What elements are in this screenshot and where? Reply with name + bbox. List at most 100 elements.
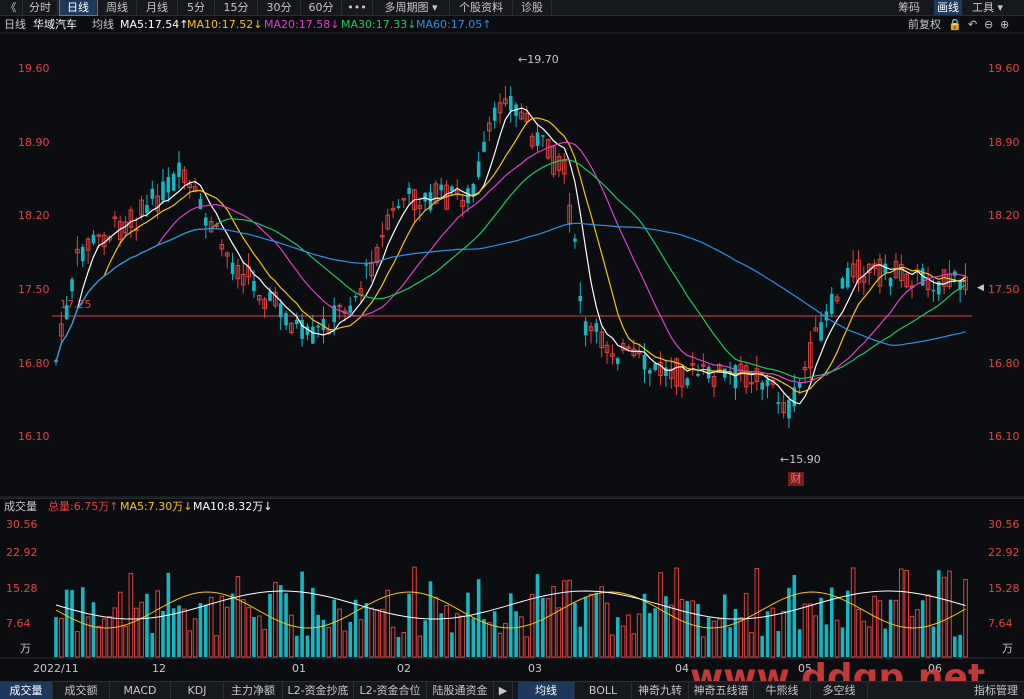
tab-turnover[interactable]: 成交额 bbox=[53, 682, 110, 699]
volume-bar bbox=[760, 635, 764, 657]
tab-main-net[interactable]: 主力净额 bbox=[224, 682, 283, 699]
volume-bar bbox=[733, 608, 738, 657]
volume-bar bbox=[519, 616, 524, 658]
volume-bar bbox=[433, 596, 439, 658]
volume-bar bbox=[171, 608, 176, 657]
volume-bar bbox=[588, 593, 594, 658]
volume-bar bbox=[866, 626, 872, 658]
kline-chart[interactable] bbox=[0, 0, 1024, 698]
volume-bar bbox=[224, 606, 230, 658]
candle-body bbox=[70, 279, 74, 292]
candle-body bbox=[583, 321, 588, 336]
indicator-manage-button[interactable]: 指标管理 bbox=[968, 682, 1024, 699]
tab-ma[interactable]: 均线 bbox=[518, 682, 575, 699]
volume-bar bbox=[123, 625, 128, 658]
candle-body bbox=[311, 326, 315, 344]
volume-bar bbox=[941, 576, 947, 658]
volume-bar bbox=[54, 617, 58, 657]
volume-bar bbox=[155, 590, 160, 658]
volume-bar bbox=[492, 611, 497, 657]
volume-bar bbox=[289, 614, 294, 658]
candle-body bbox=[396, 206, 401, 209]
candle-body bbox=[348, 305, 353, 313]
volume-bar bbox=[454, 613, 460, 658]
candle-body bbox=[230, 262, 235, 274]
volume-bar bbox=[690, 600, 695, 658]
candle-body bbox=[171, 173, 176, 191]
volume-bar bbox=[797, 629, 802, 657]
volume-bar bbox=[476, 579, 481, 657]
candle-body bbox=[573, 238, 577, 242]
candle-body bbox=[268, 291, 272, 301]
volume-bar bbox=[133, 607, 139, 658]
candle-body bbox=[648, 369, 652, 374]
volume-bar bbox=[385, 589, 390, 658]
tab-magic-nine[interactable]: 神奇九转 bbox=[632, 682, 689, 699]
volume-bar bbox=[503, 622, 508, 658]
tab-long-short[interactable]: 多空线 bbox=[811, 682, 868, 699]
volume-bar bbox=[781, 611, 786, 658]
volume-bar bbox=[401, 632, 407, 658]
ma20-line bbox=[55, 141, 966, 384]
volume-bar bbox=[668, 604, 674, 658]
tab-bull-bear[interactable]: 牛熊线 bbox=[754, 682, 811, 699]
volume-bar bbox=[208, 596, 214, 658]
candle-body bbox=[294, 319, 299, 325]
candle-body bbox=[150, 188, 155, 199]
volume-bar bbox=[819, 597, 823, 657]
volume-bar bbox=[187, 630, 193, 658]
tab-volume[interactable]: 成交量 bbox=[0, 682, 53, 699]
volume-bar bbox=[834, 619, 840, 658]
candle-body bbox=[508, 96, 513, 111]
volume-bar bbox=[545, 598, 551, 658]
volume-bar bbox=[610, 634, 615, 658]
candle-body bbox=[316, 325, 320, 328]
tab-magic-five[interactable]: 神奇五线谱 bbox=[689, 682, 754, 699]
candle-body bbox=[760, 382, 764, 390]
candle-body bbox=[931, 289, 936, 292]
volume-bar bbox=[648, 613, 652, 657]
candle-body bbox=[535, 132, 540, 146]
tab-kdj[interactable]: KDJ bbox=[171, 682, 224, 699]
volume-bar bbox=[198, 602, 203, 657]
volume-bar bbox=[439, 613, 443, 657]
volume-bar bbox=[182, 608, 187, 658]
volume-bar bbox=[594, 592, 599, 657]
volume-bar bbox=[364, 603, 369, 657]
volume-bar bbox=[573, 602, 577, 657]
volume-bar bbox=[631, 633, 637, 658]
volume-bar bbox=[450, 632, 454, 657]
tab-l2-position[interactable]: L2-资金合位 bbox=[354, 682, 427, 699]
candle-body bbox=[829, 293, 834, 314]
candle-body bbox=[476, 161, 481, 177]
tab-boll[interactable]: BOLL bbox=[575, 682, 632, 699]
candle-body bbox=[482, 141, 486, 152]
candle-body bbox=[91, 234, 96, 244]
volume-bar bbox=[541, 597, 545, 657]
volume-bar bbox=[423, 620, 427, 657]
volume-bar bbox=[214, 635, 219, 658]
volume-bar bbox=[674, 567, 679, 658]
volume-bar bbox=[268, 593, 272, 657]
volume-bar bbox=[904, 570, 909, 658]
candle-body bbox=[204, 217, 208, 226]
candle-body bbox=[642, 354, 647, 370]
candle-body bbox=[787, 399, 791, 419]
volume-bar bbox=[482, 619, 486, 657]
volume-bar bbox=[326, 627, 332, 658]
volume-bar bbox=[776, 630, 781, 657]
volume-bar bbox=[604, 602, 610, 658]
play-icon[interactable]: ▶ bbox=[494, 682, 513, 699]
candle-body bbox=[765, 379, 770, 387]
tab-northbound[interactable]: 陆股通资金 bbox=[427, 682, 494, 699]
volume-bar bbox=[444, 605, 449, 658]
tab-l2-bottom[interactable]: L2-资金抄底 bbox=[283, 682, 354, 699]
candle-body bbox=[80, 246, 85, 262]
volume-bar bbox=[963, 579, 968, 658]
volume-bar bbox=[305, 635, 310, 657]
tab-macd[interactable]: MACD bbox=[110, 682, 171, 699]
volume-bar bbox=[861, 620, 867, 658]
candle-body bbox=[423, 192, 427, 202]
volume-bar bbox=[380, 608, 385, 658]
volume-bar bbox=[765, 611, 770, 657]
